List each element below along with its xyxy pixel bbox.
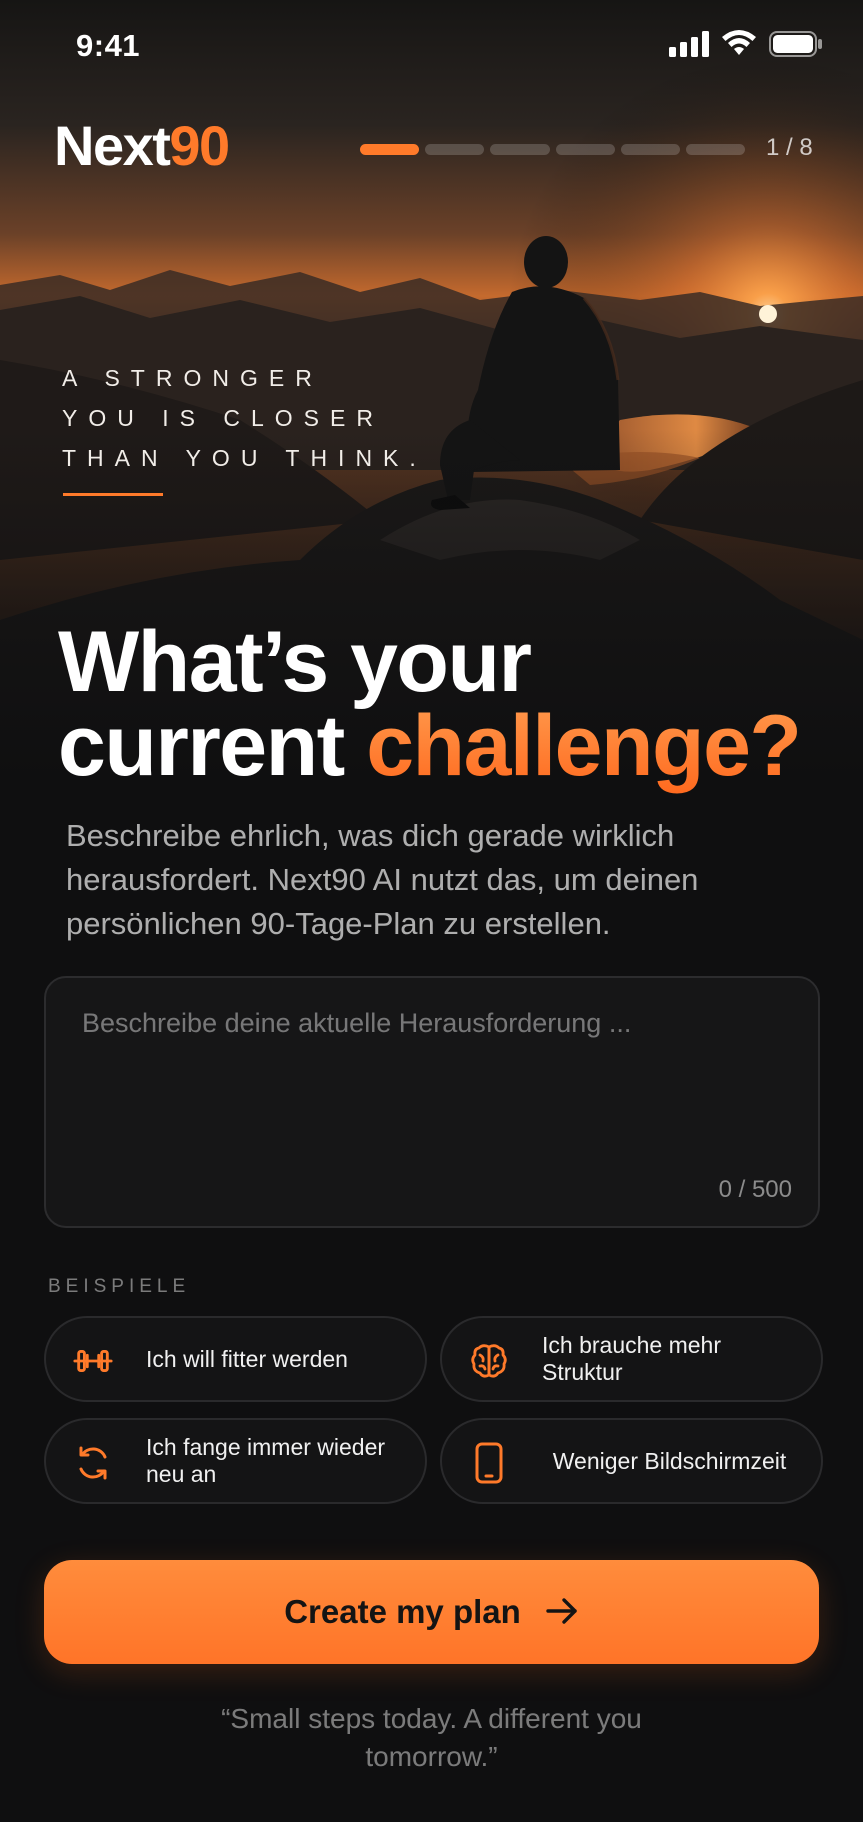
cellular-signal-icon [669,31,709,62]
tagline-accent-rule [63,493,163,496]
example-chip-screen-time[interactable]: Weniger Bildschirmzeit [440,1418,823,1504]
title-plain: current [58,698,367,794]
hero-tagline: A STRONGER YOU IS CLOSER THAN YOU THINK. [62,358,462,478]
progress-segment-1 [360,144,420,155]
challenge-input-container: 0 / 500 [44,976,820,1228]
page-title: What’s your current challenge? [58,614,858,789]
example-chip-structure[interactable]: Ich brauche mehr Struktur [440,1316,823,1402]
create-plan-label: Create my plan [284,1593,521,1630]
example-chip-restart[interactable]: Ich fange immer wieder neu an [44,1418,427,1504]
title-line-2: current challenge? [58,703,858,789]
status-time: 9:41 [76,28,141,63]
onboarding-screen: 9:41 Next 90 1 / 8 A STRONGER YOU IS CLO… [0,0,863,1822]
refresh-icon [72,1442,114,1484]
progress-segment-3 [490,144,550,155]
wifi-icon [721,30,757,63]
page-subtitle: Beschreibe ehrlich, was dich gerade wirk… [66,818,699,941]
app-logo: Next 90 [54,114,230,177]
arrow-right-icon [545,1596,579,1629]
smartphone-icon [468,1442,510,1484]
chip-label: Weniger Bildschirmzeit [552,1447,787,1474]
progress-segment-5 [620,144,680,155]
tagline-line-1: A STRONGER [62,365,323,391]
logo-text-next: Next [54,114,171,177]
examples-heading: BEISPIELE [48,1276,191,1297]
tagline-line-3: THAN YOU THINK. [62,445,427,471]
status-bar: 9:41 [0,0,863,92]
dumbbell-icon [72,1340,114,1382]
chip-label: Ich fange immer wieder neu an [146,1434,386,1487]
brain-icon [468,1340,510,1382]
progress-segment-2 [425,144,485,155]
status-icons [669,30,823,63]
challenge-input[interactable] [82,1008,782,1158]
title-line-1: What’s your [58,614,532,710]
battery-icon [769,31,823,62]
motivational-quote: “Small steps today. A different you tomo… [221,1703,642,1772]
chip-label: Ich will fitter werden [146,1345,348,1372]
progress-segment-6 [685,144,746,155]
logo-text-90: 90 [169,114,230,177]
title-accent: challenge? [366,698,802,794]
tagline-line-2: YOU IS CLOSER [62,405,384,431]
character-counter: 0 / 500 [718,1176,792,1203]
onboarding-progress-bar [360,144,746,156]
create-plan-button[interactable]: Create my plan [44,1560,819,1664]
progress-step-count: 1 / 8 [766,134,813,161]
example-chip-fitness[interactable]: Ich will fitter werden [44,1316,427,1402]
progress-segment-4 [555,144,615,155]
chip-label: Ich brauche mehr Struktur [542,1332,721,1385]
